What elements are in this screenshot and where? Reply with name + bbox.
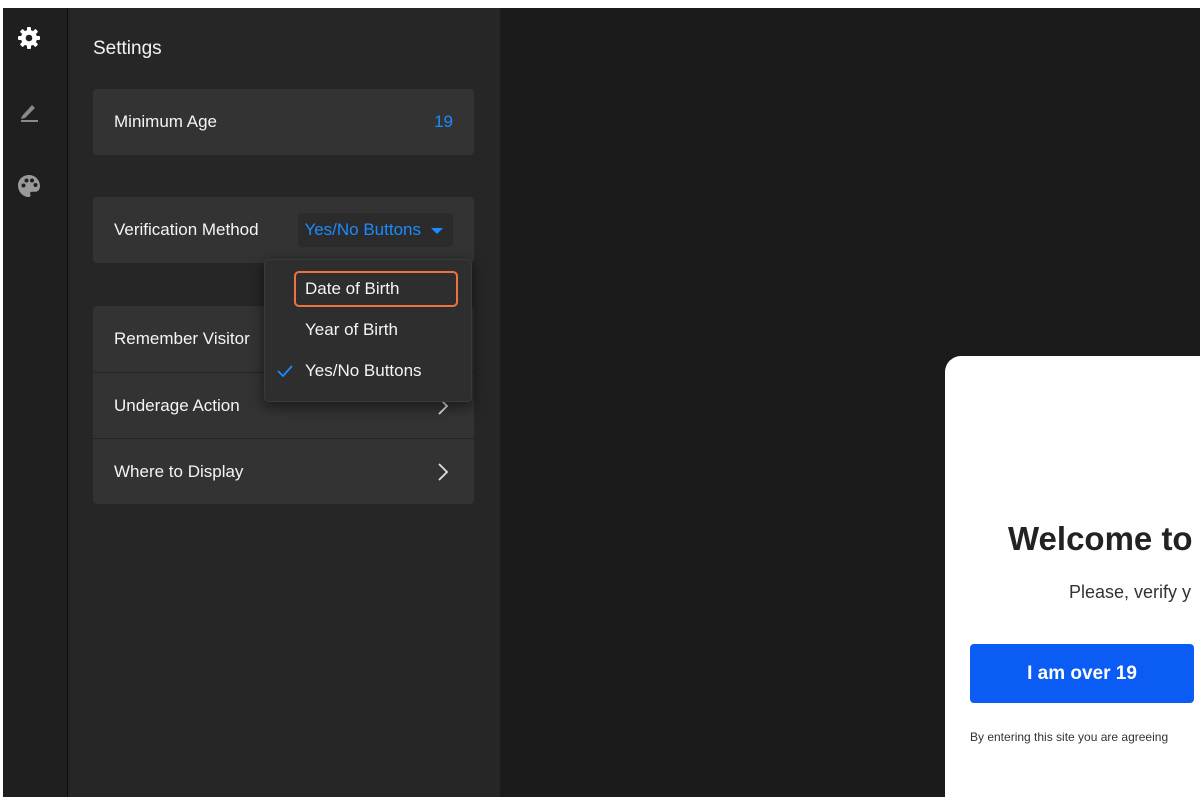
minimum-age-row[interactable]: Minimum Age 19	[93, 89, 474, 155]
panel-title: Settings	[93, 38, 162, 59]
settings-panel: Settings Minimum Age 19 Verification Met…	[68, 8, 500, 797]
verification-method-value: Yes/No Buttons	[304, 220, 421, 239]
option-label: Year of Birth	[305, 320, 398, 339]
minimum-age-value[interactable]: 19	[434, 112, 453, 132]
where-to-display-label: Where to Display	[114, 461, 244, 481]
terms-text: By entering this site you are agreeing	[970, 730, 1169, 744]
remember-visitor-label: Remember Visitor	[114, 329, 250, 348]
verification-method-dropdown: Date of Birth Year of Birth Yes/No Butto…	[264, 259, 472, 402]
underage-action-label: Underage Action	[114, 395, 240, 415]
option-yes-no-buttons[interactable]: Yes/No Buttons	[273, 354, 463, 388]
verification-method-select[interactable]: Yes/No Buttons	[298, 213, 453, 247]
palette-icon[interactable]	[15, 172, 43, 200]
welcome-heading: Welcome to	[1008, 520, 1193, 557]
option-date-of-birth[interactable]: Date of Birth	[294, 271, 458, 307]
caret-down-icon	[431, 228, 443, 234]
verification-method-label: Verification Method	[114, 220, 259, 239]
icon-rail	[3, 8, 68, 797]
option-label: Yes/No Buttons	[305, 361, 422, 380]
verification-method-row: Verification Method Yes/No Buttons	[93, 197, 474, 263]
verify-text: Please, verify y	[1069, 582, 1192, 602]
checkmark-icon	[277, 363, 293, 383]
age-gate-modal: Welcome to Please, verify y I am over 19…	[945, 356, 1200, 797]
pen-icon[interactable]	[15, 97, 43, 125]
over-age-button[interactable]: I am over 19	[970, 644, 1194, 703]
minimum-age-card: Minimum Age 19	[93, 89, 474, 155]
option-year-of-birth[interactable]: Year of Birth	[273, 313, 463, 347]
where-to-display-row[interactable]: Where to Display	[93, 438, 474, 504]
verification-method-card: Verification Method Yes/No Buttons	[93, 197, 474, 263]
chevron-right-icon	[433, 462, 453, 482]
gear-icon[interactable]	[15, 24, 43, 52]
option-label: Date of Birth	[305, 279, 400, 298]
minimum-age-label: Minimum Age	[114, 112, 217, 131]
app-window: Settings Minimum Age 19 Verification Met…	[3, 8, 1200, 797]
